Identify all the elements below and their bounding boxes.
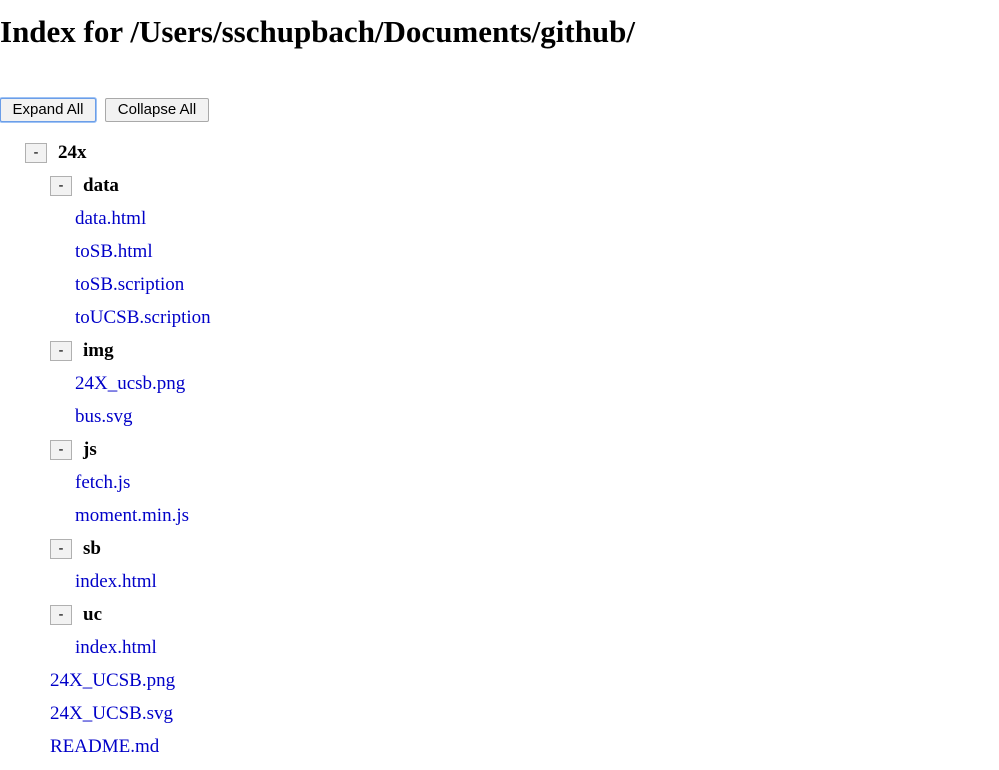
file-link[interactable]: 24X_ucsb.png xyxy=(75,373,185,394)
folder-row: - js xyxy=(50,436,97,464)
folder-name: uc xyxy=(83,604,102,626)
file-row: 24X_UCSB.svg xyxy=(50,700,173,728)
folder-name: 24x xyxy=(58,142,87,164)
collapse-toggle-button[interactable]: - xyxy=(50,605,72,626)
collapse-toggle-button[interactable]: - xyxy=(50,440,72,461)
file-link[interactable]: toSB.scription xyxy=(75,274,184,295)
file-link[interactable]: toUCSB.scription xyxy=(75,307,211,328)
folder-row: - sb xyxy=(50,535,101,563)
folder-name: img xyxy=(83,340,114,362)
file-link[interactable]: README.md xyxy=(50,736,159,757)
file-link[interactable]: bus.svg xyxy=(75,406,133,427)
file-link[interactable]: fetch.js xyxy=(75,472,130,493)
file-link[interactable]: index.html xyxy=(75,571,157,592)
collapse-toggle-button[interactable]: - xyxy=(25,143,47,164)
folder-row: - img xyxy=(50,337,114,365)
folder-row: - data xyxy=(50,172,119,200)
file-row: README.md xyxy=(50,733,159,761)
collapse-toggle-button[interactable]: - xyxy=(50,539,72,560)
file-link[interactable]: index.html xyxy=(75,637,157,658)
folder-name: js xyxy=(83,439,97,461)
file-row: toSB.scription xyxy=(75,271,184,299)
file-row: bus.svg xyxy=(75,403,133,431)
directory-index-page: Index for /Users/sschupbach/Documents/gi… xyxy=(0,0,999,770)
file-row: index.html xyxy=(75,568,157,596)
file-link[interactable]: toSB.html xyxy=(75,241,153,262)
folder-name: sb xyxy=(83,538,101,560)
file-link[interactable]: 24X_UCSB.svg xyxy=(50,703,173,724)
file-link[interactable]: data.html xyxy=(75,208,146,229)
file-link[interactable]: moment.min.js xyxy=(75,505,189,526)
folder-name: data xyxy=(83,175,119,197)
file-tree: -24x - data data.html toSB.html toSB.scriptio… xyxy=(0,0,999,770)
file-row: 24X_UCSB.png xyxy=(50,667,175,695)
file-row: moment.min.js xyxy=(75,502,189,530)
folder-row: -24x xyxy=(25,139,87,167)
file-row: 24X_ucsb.png xyxy=(75,370,185,398)
file-row: toUCSB.scription xyxy=(75,304,211,332)
file-row: index.html xyxy=(75,634,157,662)
file-row: data.html xyxy=(75,205,146,233)
file-row: fetch.js xyxy=(75,469,130,497)
folder-row: - uc xyxy=(50,601,102,629)
collapse-toggle-button[interactable]: - xyxy=(50,341,72,362)
collapse-toggle-button[interactable]: - xyxy=(50,176,72,197)
file-link[interactable]: 24X_UCSB.png xyxy=(50,670,175,691)
file-row: toSB.html xyxy=(75,238,153,266)
